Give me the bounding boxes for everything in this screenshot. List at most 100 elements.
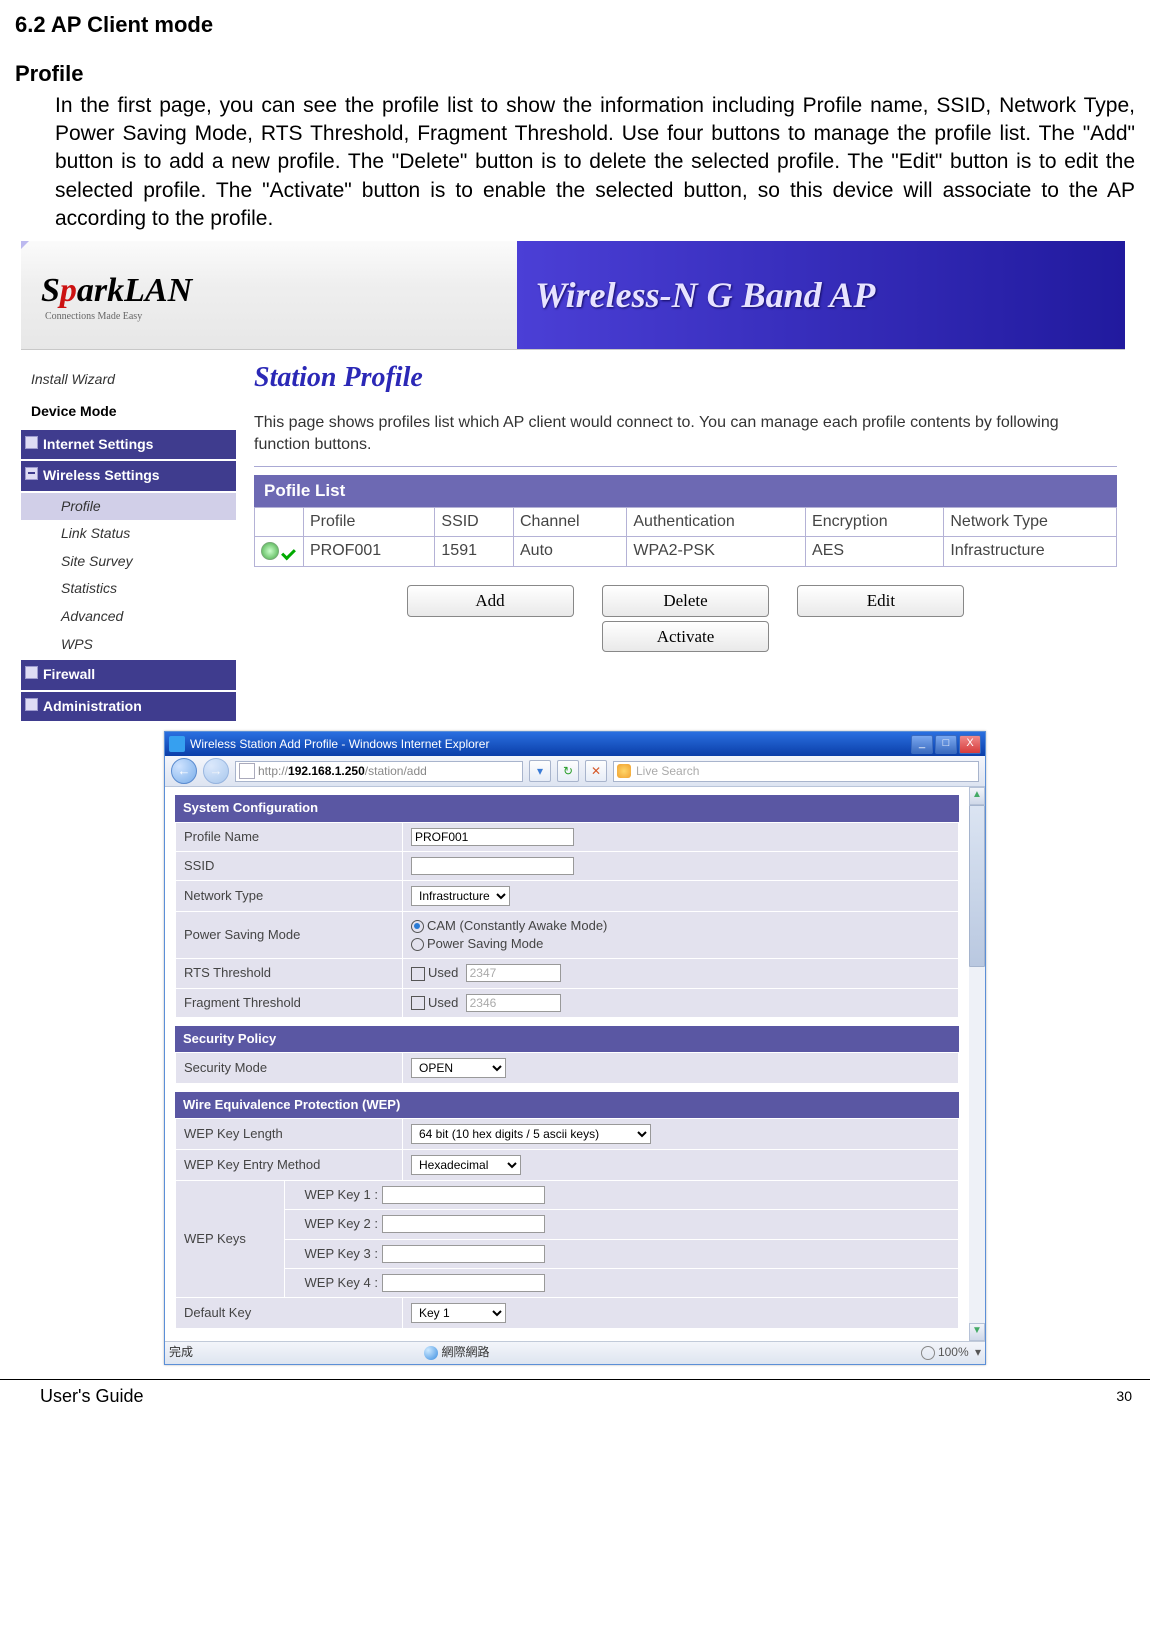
rts-used-checkbox[interactable] [411, 967, 425, 981]
wep-entry-label: WEP Key Entry Method [176, 1150, 403, 1181]
activate-button[interactable]: Activate [602, 621, 769, 653]
banner-title-area: Wireless-N G Band AP [517, 241, 1125, 349]
delete-button[interactable]: Delete [602, 585, 769, 617]
expand-icon[interactable] [25, 436, 38, 449]
ie-icon [169, 736, 185, 752]
profile-name-input[interactable] [411, 828, 574, 846]
sidebar-sub-advanced[interactable]: Advanced [21, 603, 236, 631]
ssid-label: SSID [176, 851, 403, 880]
security-policy-header: Security Policy [175, 1026, 959, 1052]
wep-length-select[interactable]: 64 bit (10 hex digits / 5 ascii keys) [411, 1124, 651, 1144]
scroll-down-button[interactable]: ▼ [969, 1323, 985, 1341]
cell-profile: PROF001 [304, 537, 435, 566]
sidebar-head-internet[interactable]: Internet Settings [21, 430, 236, 460]
rts-label: RTS Threshold [176, 959, 403, 988]
minimize-button[interactable]: _ [911, 735, 933, 754]
zoom-control[interactable]: 100% ▾ [921, 1344, 981, 1361]
rts-value-input[interactable] [466, 964, 561, 982]
frag-label: Fragment Threshold [176, 988, 403, 1017]
psm-psm-radio[interactable] [411, 938, 424, 951]
edit-button[interactable]: Edit [797, 585, 964, 617]
col-channel: Channel [514, 508, 627, 537]
sub-title: Profile [15, 59, 1135, 90]
wep-keys-label: WEP Keys [176, 1181, 285, 1297]
default-key-select[interactable]: Key 1 [411, 1303, 506, 1323]
wep-key2-input[interactable] [382, 1215, 545, 1233]
ssid-input[interactable] [411, 857, 574, 875]
wep-key1-input[interactable] [382, 1186, 545, 1204]
sidebar-head-firewall-label: Firewall [43, 666, 95, 682]
scroll-up-button[interactable]: ▲ [969, 787, 985, 805]
url-host: 192.168.1.250 [288, 763, 365, 780]
wep-key1-label: WEP Key 1 : [293, 1186, 378, 1204]
psm-cam-radio[interactable] [411, 920, 424, 933]
cell-nettype: Infrastructure [944, 537, 1117, 566]
col-ssid: SSID [435, 508, 514, 537]
close-button[interactable]: X [959, 735, 981, 754]
globe-icon [424, 1346, 438, 1360]
sidebar-head-internet-label: Internet Settings [43, 436, 153, 452]
cell-enc: AES [806, 537, 944, 566]
sidebar-head-admin-label: Administration [43, 698, 142, 714]
address-bar[interactable]: http://192.168.1.250/station/add [235, 761, 523, 782]
sidebar-sub-statistics[interactable]: Statistics [21, 575, 236, 603]
cell-ssid: 1591 [435, 537, 514, 566]
add-button[interactable]: Add [407, 585, 574, 617]
check-icon [280, 544, 297, 558]
back-button[interactable]: ← [171, 758, 197, 784]
sidebar-head-firewall[interactable]: Firewall [21, 660, 236, 690]
profile-button-row: Add Delete Edit Activate [254, 583, 1117, 655]
screenshot-station-profile: SparkLAN Connections Made Easy Wireless-… [15, 241, 1135, 723]
wep-key3-label: WEP Key 3 : [293, 1245, 378, 1263]
sidebar-sub-wps[interactable]: WPS [21, 631, 236, 659]
sidebar-item-install-wizard[interactable]: Install Wizard [21, 364, 236, 396]
frag-used-checkbox[interactable] [411, 996, 425, 1010]
forward-button[interactable]: → [203, 758, 229, 784]
sidebar-item-device-mode[interactable]: Device Mode [21, 396, 236, 428]
maximize-button[interactable]: □ [935, 735, 957, 754]
banner-corner-icon [21, 241, 29, 249]
expand-icon[interactable] [25, 698, 38, 711]
stop-button[interactable]: ✕ [585, 760, 607, 782]
url-path: /station/add [365, 763, 427, 780]
profile-table: Profile SSID Channel Authentication Encr… [254, 507, 1117, 567]
sidebar-head-admin[interactable]: Administration [21, 692, 236, 722]
footer-guide: User's Guide [40, 1384, 143, 1409]
sidebar-head-wireless-label: Wireless Settings [43, 467, 160, 483]
system-config-header: System Configuration [175, 795, 959, 821]
table-row[interactable]: PROF001 1591 Auto WPA2-PSK AES Infrastru… [255, 537, 1117, 566]
wep-header: Wire Equivalence Protection (WEP) [175, 1092, 959, 1118]
scroll-thumb[interactable] [969, 805, 985, 967]
col-nettype: Network Type [944, 508, 1117, 537]
security-mode-select[interactable]: OPEN [411, 1058, 506, 1078]
zoom-value: 100% [938, 1344, 969, 1361]
sidebar-sub-site-survey[interactable]: Site Survey [21, 548, 236, 576]
wep-table: WEP Key Length 64 bit (10 hex digits / 5… [175, 1118, 959, 1329]
profile-name-label: Profile Name [176, 822, 403, 851]
collapse-icon[interactable] [25, 467, 38, 480]
network-type-select[interactable]: Infrastructure [411, 886, 510, 906]
scrollbar[interactable]: ▲ ▼ [969, 787, 985, 1340]
frag-value-input[interactable] [466, 994, 561, 1012]
psm-cam-label: CAM (Constantly Awake Mode) [427, 918, 607, 933]
wep-key4-input[interactable] [382, 1274, 545, 1292]
status-done: 完成 [169, 1344, 193, 1361]
footer-page: 30 [1116, 1387, 1132, 1407]
scroll-track[interactable] [969, 967, 985, 1322]
default-key-label: Default Key [176, 1297, 403, 1328]
sidebar-sub-profile[interactable]: Profile [21, 493, 236, 521]
content-heading: Station Profile [254, 358, 1117, 397]
wep-key3-input[interactable] [382, 1245, 545, 1263]
wep-key2-label: WEP Key 2 : [293, 1215, 378, 1233]
active-icon [261, 542, 279, 560]
expand-icon[interactable] [25, 666, 38, 679]
wep-entry-select[interactable]: Hexadecimal [411, 1155, 521, 1175]
dialog-body: System Configuration Profile Name SSID N… [165, 787, 969, 1340]
sidebar-head-wireless[interactable]: Wireless Settings [21, 461, 236, 491]
refresh-button[interactable]: ↻ [557, 760, 579, 782]
search-field[interactable]: Live Search [613, 761, 979, 782]
wep-keys-block: WEP Keys WEP Key 1 : WEP Key 2 : WEP Key… [176, 1181, 958, 1297]
address-dropdown[interactable]: ▾ [529, 760, 551, 782]
zoom-icon [921, 1346, 935, 1360]
sidebar-sub-link-status[interactable]: Link Status [21, 520, 236, 548]
